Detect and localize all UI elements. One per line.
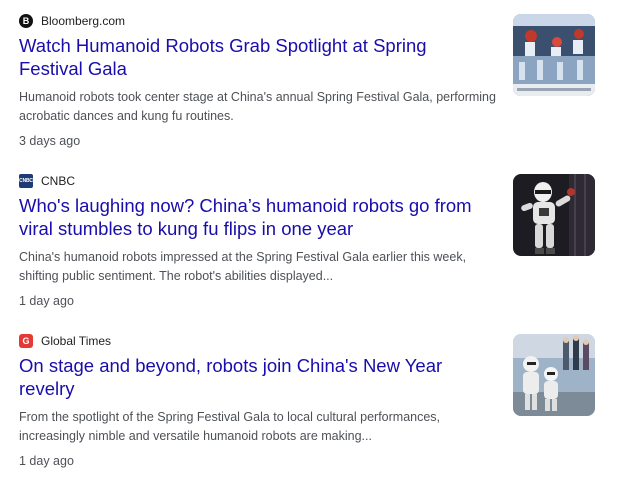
timestamp: 1 day ago [19, 454, 74, 468]
news-result-card: B Bloomberg.com Watch Humanoid Robots Gr… [0, 0, 640, 160]
robots-on-stage-thumbnail[interactable] [513, 14, 595, 96]
white-humanoid-robot-thumbnail[interactable] [513, 174, 595, 256]
source-name: Bloomberg.com [41, 14, 126, 28]
source-name: Global Times [41, 334, 112, 348]
source-row[interactable]: B Bloomberg.com [19, 12, 125, 30]
timestamp: 3 days ago [19, 134, 81, 148]
robots-and-crowd-thumbnail[interactable] [513, 334, 595, 416]
headline-link[interactable]: On stage and beyond, robots join China's… [19, 354, 489, 400]
source-row[interactable]: CNBC CNBC [19, 172, 75, 190]
headline-link[interactable]: Who's laughing now? China’s humanoid rob… [19, 194, 489, 240]
snippet-text: Humanoid robots took center stage at Chi… [19, 90, 496, 123]
news-result-card: CNBC CNBC Who's laughing now? China’s hu… [0, 160, 640, 320]
bloomberg-logo-icon: B [19, 14, 33, 28]
headline-link[interactable]: Watch Humanoid Robots Grab Spotlight at … [19, 34, 489, 80]
news-results-list: B Bloomberg.com Watch Humanoid Robots Gr… [0, 0, 640, 468]
snippet-text: China's humanoid robots impressed at the… [19, 250, 467, 283]
source-row[interactable]: G Global Times [19, 332, 111, 350]
news-result-card: G Global Times On stage and beyond, robo… [0, 320, 640, 480]
cnbc-logo-icon: CNBC [19, 174, 33, 188]
snippet-text: From the spotlight of the Spring Festiva… [19, 410, 441, 443]
timestamp: 1 day ago [19, 294, 74, 308]
global-times-logo-icon: G [19, 334, 33, 348]
source-name: CNBC [41, 174, 76, 188]
